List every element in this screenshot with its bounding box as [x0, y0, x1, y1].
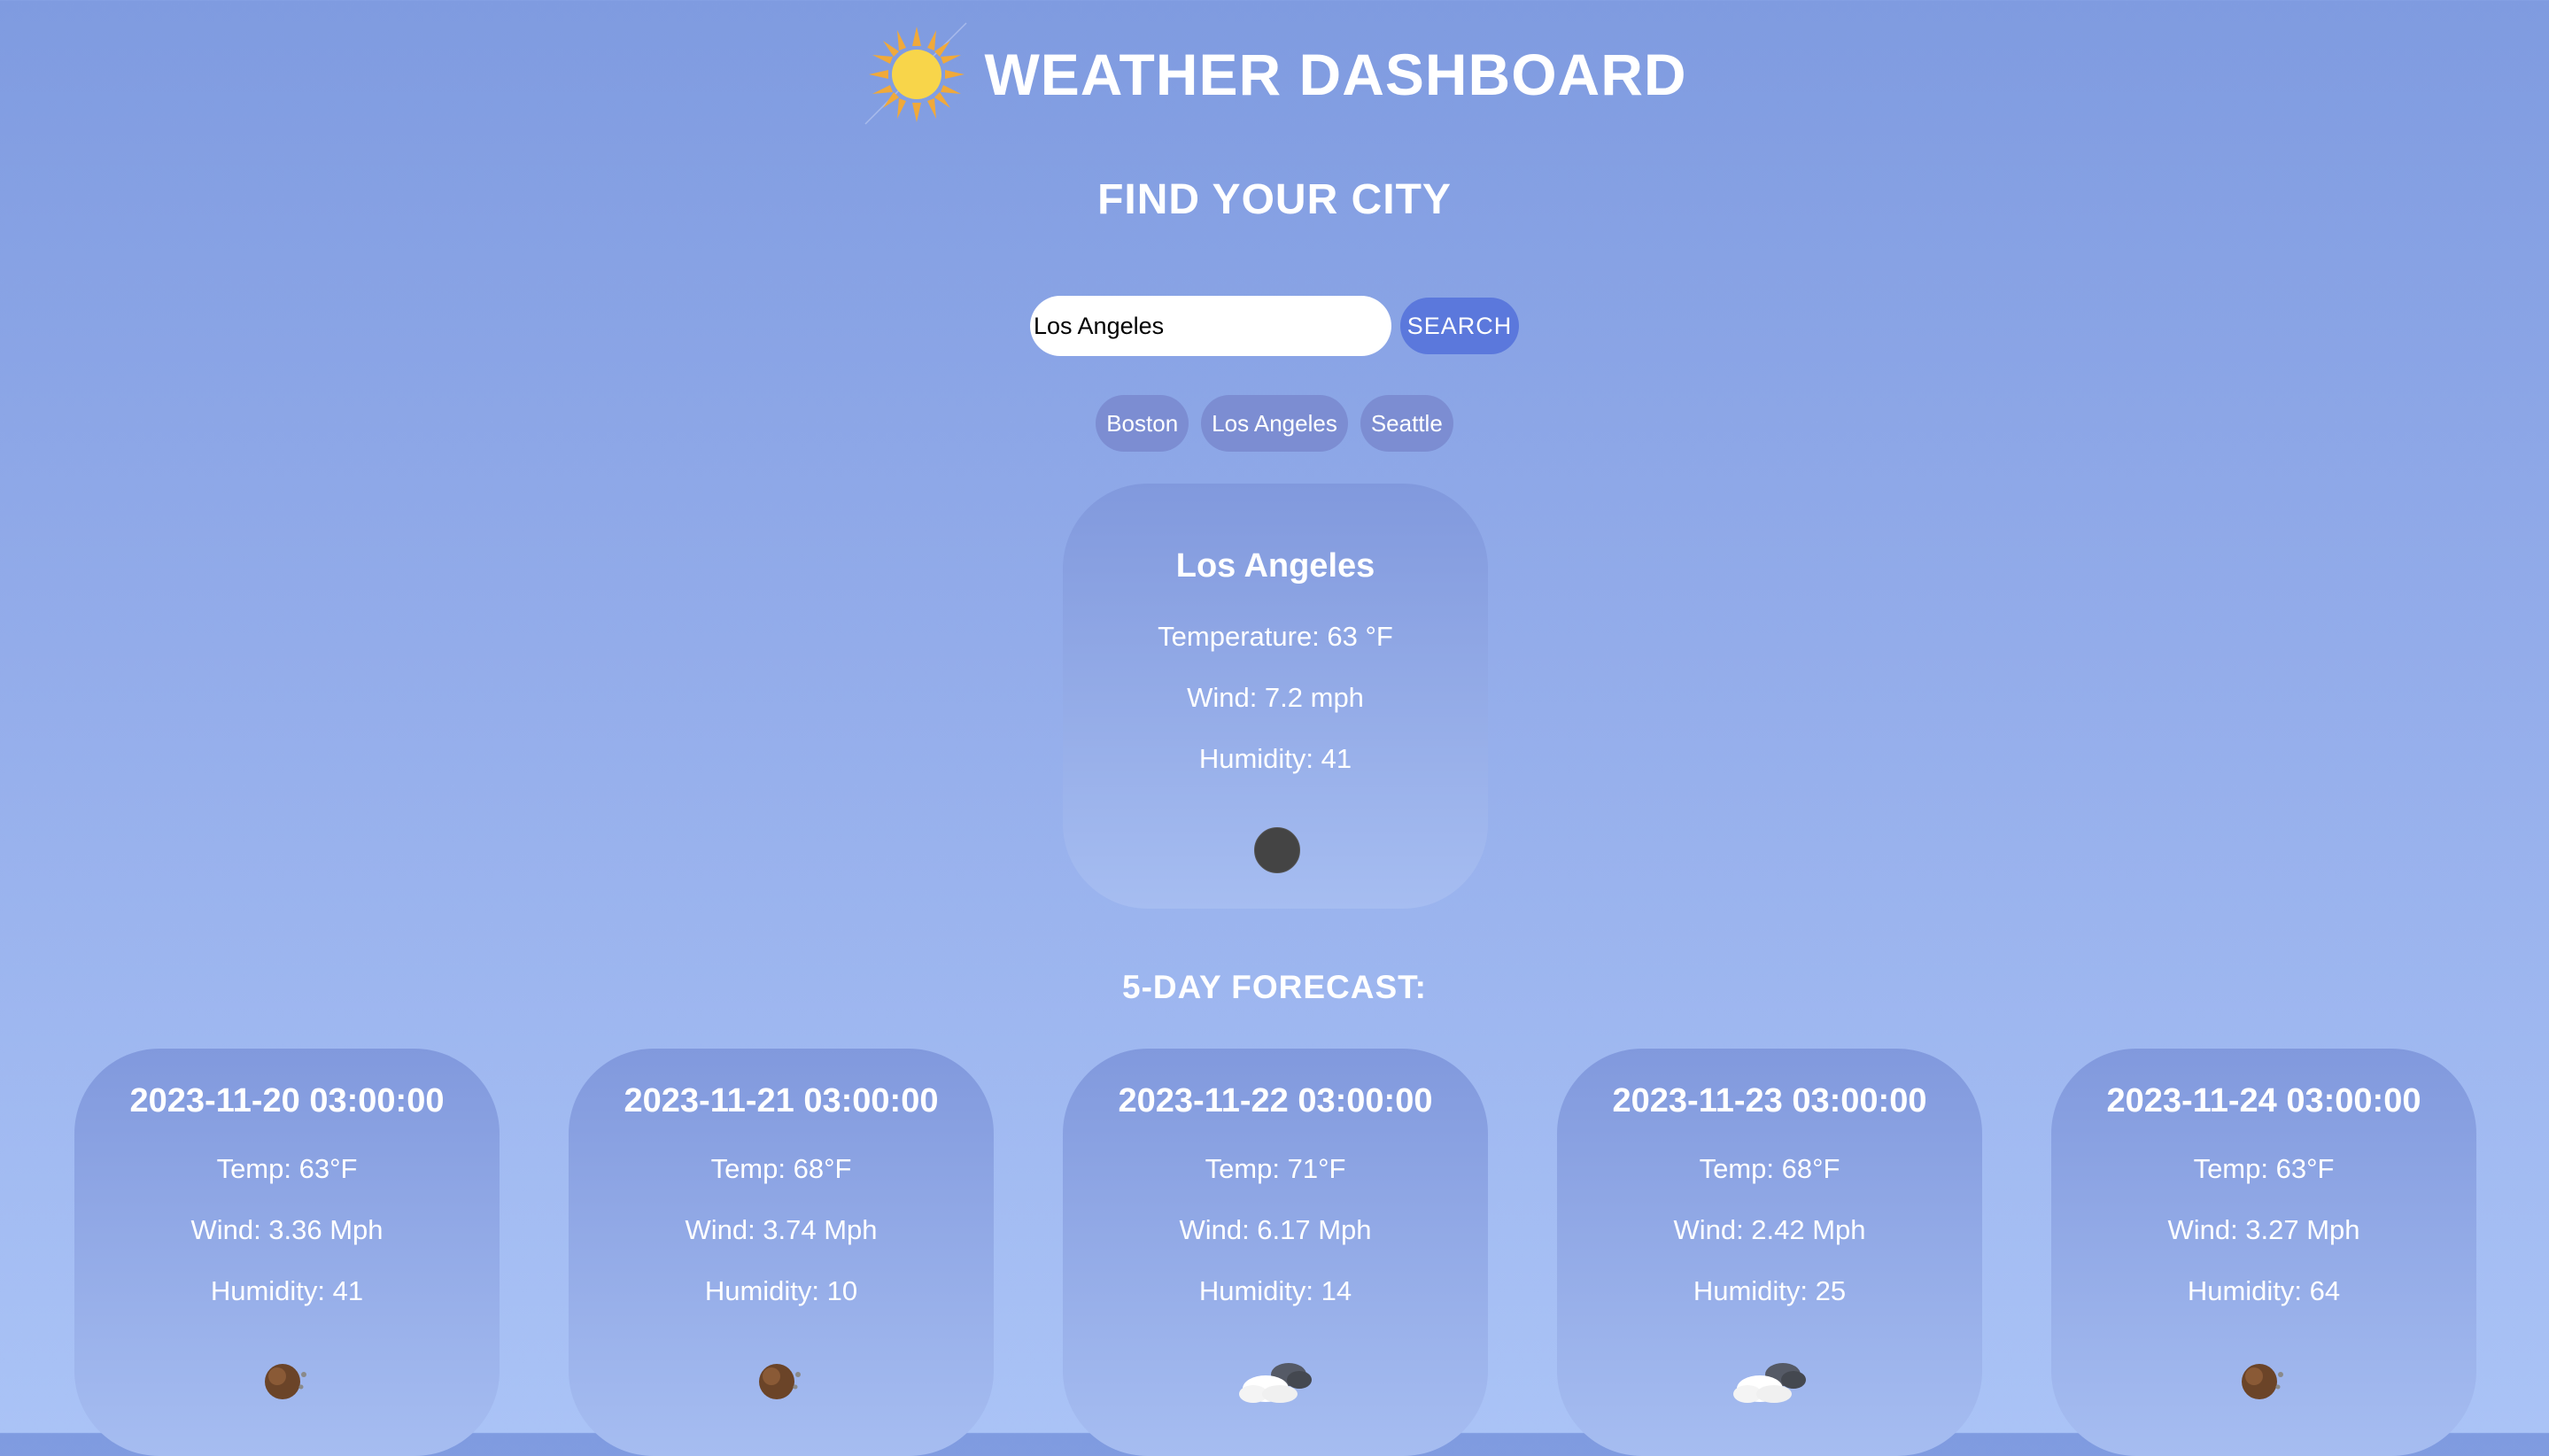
- current-temperature: Temperature: 63 °F: [1158, 621, 1393, 652]
- history-city-seattle[interactable]: Seattle: [1360, 395, 1453, 452]
- history-city-boston[interactable]: Boston: [1096, 395, 1189, 452]
- forecast-card: 2023-11-22 03:00:00 Temp: 71°F Wind: 6.1…: [1063, 1049, 1488, 1456]
- search-button[interactable]: SEARCH: [1400, 298, 1519, 354]
- forecast-temp: Temp: 71°F: [1205, 1153, 1346, 1184]
- history-city-los-angeles[interactable]: Los Angeles: [1201, 395, 1348, 452]
- forecast-date: 2023-11-23 03:00:00: [1612, 1082, 1927, 1119]
- forecast-wind: Wind: 2.42 Mph: [1673, 1214, 1866, 1245]
- current-wind: Wind: 7.2 mph: [1187, 682, 1364, 713]
- cloudy-icon: [1733, 1363, 1806, 1403]
- forecast-temp: Temp: 68°F: [1699, 1153, 1840, 1184]
- forecast-wind: Wind: 3.27 Mph: [2167, 1214, 2360, 1245]
- forecast-wind: Wind: 3.74 Mph: [685, 1214, 878, 1245]
- sun-icon: [864, 22, 967, 125]
- city-search-input[interactable]: [1030, 296, 1391, 356]
- forecast-humidity: Humidity: 10: [704, 1275, 858, 1306]
- cloudy-icon: [1239, 1363, 1312, 1403]
- moon-icon: [759, 1364, 801, 1399]
- forecast-date: 2023-11-24 03:00:00: [2106, 1082, 2421, 1119]
- forecast-date: 2023-11-20 03:00:00: [129, 1082, 445, 1119]
- forecast-humidity: Humidity: 41: [210, 1275, 364, 1306]
- current-humidity: Humidity: 41: [1198, 743, 1352, 774]
- forecast-temp: Temp: 63°F: [216, 1153, 358, 1184]
- search-history: Boston Los Angeles Seattle: [0, 395, 2549, 452]
- app-header: WEATHER DASHBOARD: [0, 12, 2549, 136]
- moon-icon: [265, 1364, 306, 1399]
- forecast-temp: Temp: 68°F: [710, 1153, 852, 1184]
- forecast-date: 2023-11-21 03:00:00: [624, 1082, 939, 1119]
- night-clear-icon: [1254, 827, 1300, 873]
- forecast-card: 2023-11-24 03:00:00 Temp: 63°F Wind: 3.2…: [2051, 1049, 2476, 1456]
- forecast-card: 2023-11-23 03:00:00 Temp: 68°F Wind: 2.4…: [1557, 1049, 1982, 1456]
- forecast-humidity: Humidity: 14: [1198, 1275, 1352, 1306]
- forecast-temp: Temp: 63°F: [2193, 1153, 2335, 1184]
- find-city-heading: FIND YOUR CITY: [1097, 176, 1452, 223]
- forecast-wind: Wind: 3.36 Mph: [190, 1214, 384, 1245]
- forecast-heading: 5-DAY FORECAST:: [1122, 969, 1427, 1005]
- moon-icon: [2242, 1364, 2283, 1399]
- app-title: WEATHER DASHBOARD: [984, 42, 1687, 107]
- forecast-card: 2023-11-20 03:00:00 Temp: 63°F Wind: 3.3…: [74, 1049, 500, 1456]
- search-bar: SEARCH: [0, 296, 2549, 356]
- forecast-date: 2023-11-22 03:00:00: [1118, 1082, 1433, 1119]
- forecast-humidity: Humidity: 25: [1693, 1275, 1847, 1306]
- current-weather-card: Los Angeles Temperature: 63 °F Wind: 7.2…: [1063, 484, 1488, 909]
- forecast-wind: Wind: 6.17 Mph: [1179, 1214, 1372, 1245]
- current-city-name: Los Angeles: [1175, 547, 1375, 585]
- forecast-humidity: Humidity: 64: [2187, 1275, 2341, 1306]
- forecast-card: 2023-11-21 03:00:00 Temp: 68°F Wind: 3.7…: [569, 1049, 994, 1456]
